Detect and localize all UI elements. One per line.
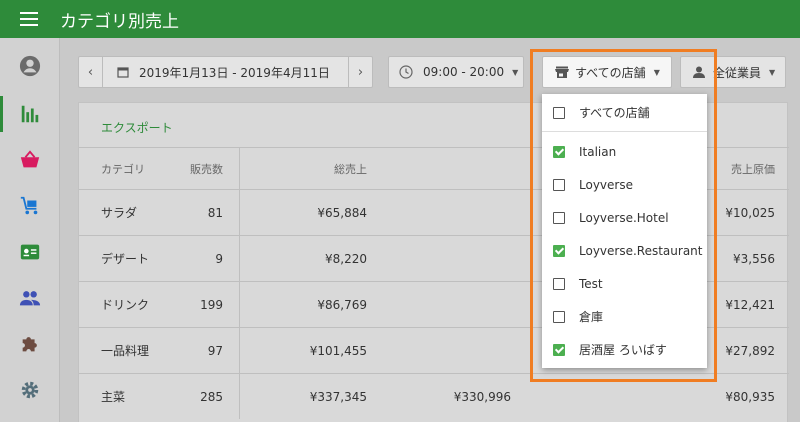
store-option[interactable]: 倉庫 (542, 300, 707, 333)
date-range-filter[interactable]: ‹ 2019年1月13日 - 2019年4月11日 › (78, 56, 373, 88)
store-option[interactable]: Loyverse (542, 168, 707, 201)
store-option-label: 倉庫 (579, 310, 604, 324)
row-gross-sales: ¥86,769 (317, 297, 367, 312)
checkbox[interactable] (553, 211, 565, 224)
checkbox[interactable] (553, 178, 565, 191)
store-option-label: 居酒屋 ろいばす (579, 343, 667, 357)
checkbox[interactable] (553, 277, 565, 290)
row-gross-sales: ¥65,884 (317, 205, 367, 220)
export-button[interactable]: エクスポート (101, 119, 173, 136)
row-cost: ¥80,935 (725, 389, 775, 404)
prev-period-button[interactable]: ‹ (79, 57, 103, 87)
store-option[interactable]: Loyverse.Restaurant (542, 234, 707, 267)
basket-icon (20, 150, 40, 168)
store-option[interactable]: Loyverse.Hotel (542, 201, 707, 234)
gear-icon (21, 381, 39, 399)
store-option-label: すべての店舗 (579, 106, 650, 120)
cart-icon (20, 196, 38, 215)
row-category: サラダ (101, 206, 138, 220)
divider (542, 131, 707, 132)
person-icon (693, 66, 705, 78)
row-cost: ¥12,421 (725, 297, 775, 312)
row-items-sold: 81 (207, 205, 223, 220)
store-option-label: Loyverse.Restaurant (579, 243, 703, 258)
chevron-down-icon: ▼ (769, 67, 776, 77)
row-items-sold: 9 (215, 251, 223, 266)
id-card-icon (20, 244, 40, 260)
row-cost: ¥10,025 (725, 205, 775, 220)
row-items-sold: 97 (207, 343, 223, 358)
chevron-down-icon: ▼ (512, 67, 519, 77)
bar-chart-icon (21, 105, 39, 123)
row-items-sold: 285 (200, 389, 223, 404)
checkbox[interactable] (553, 106, 565, 119)
column-header-items-sold[interactable]: 販売数 (190, 148, 223, 189)
date-range-label: 2019年1月13日 - 2019年4月11日 (139, 65, 330, 80)
store-dropdown-menu: すべての店舗 Italian Loyverse Loyverse.Hotel L… (542, 94, 707, 368)
store-option-label: Loyverse (579, 177, 633, 192)
checkbox-checked[interactable] (553, 244, 565, 257)
row-category: デザート (101, 252, 150, 266)
row-category: ドリンク (101, 298, 150, 312)
app-header: カテゴリ別売上 (0, 0, 800, 38)
checkbox-checked[interactable] (553, 145, 565, 158)
checkbox[interactable] (553, 310, 565, 323)
store-option-label: Loyverse.Hotel (579, 210, 669, 225)
row-net-sales: ¥330,996 (453, 389, 511, 404)
row-gross-sales: ¥337,345 (309, 389, 367, 404)
column-header-gross-sales[interactable]: 総売上 (334, 148, 367, 189)
chevron-down-icon: ▼ (653, 67, 660, 77)
staff-filter[interactable]: 全従業員 ▼ (680, 56, 786, 88)
row-category: 一品料理 (101, 344, 150, 358)
store-option-label: Test (579, 276, 603, 291)
sidebar (0, 38, 60, 422)
row-category: 主菜 (101, 390, 126, 404)
store-icon (555, 66, 569, 78)
store-option-label: Italian (579, 144, 617, 159)
column-header-cost[interactable]: 売上原価 (731, 148, 775, 189)
clock-icon (399, 65, 413, 79)
time-range-filter[interactable]: 09:00 - 20:00 ▼ (388, 56, 524, 88)
time-range-label: 09:00 - 20:00 (423, 65, 505, 79)
calendar-icon (117, 67, 129, 78)
people-icon (19, 291, 41, 306)
table-row: 主菜 285 ¥337,345 ¥330,996 ¥80,935 (79, 373, 789, 419)
store-filter-label: すべての店舗 (575, 65, 646, 80)
store-option[interactable]: Test (542, 267, 707, 300)
menu-icon[interactable] (20, 12, 38, 26)
row-gross-sales: ¥8,220 (325, 251, 367, 266)
store-option[interactable]: 居酒屋 ろいばす (542, 333, 707, 366)
row-cost: ¥3,556 (733, 251, 775, 266)
sidebar-item-items[interactable] (0, 184, 60, 228)
checkbox-checked[interactable] (553, 343, 565, 356)
staff-filter-label: 全従業員 (713, 65, 762, 80)
account-icon (19, 55, 41, 77)
row-cost: ¥27,892 (725, 343, 775, 358)
sidebar-item-account[interactable] (0, 44, 60, 88)
next-period-button[interactable]: › (348, 57, 372, 87)
page-title: カテゴリ別売上 (60, 11, 179, 32)
sidebar-item-settings[interactable] (0, 368, 60, 412)
sidebar-item-employees[interactable] (0, 230, 60, 274)
store-option[interactable]: Italian (542, 135, 707, 168)
row-gross-sales: ¥101,455 (309, 343, 367, 358)
sidebar-item-sales[interactable] (0, 138, 60, 182)
column-header-category[interactable]: カテゴリ (101, 148, 145, 189)
row-items-sold: 199 (200, 297, 223, 312)
store-filter[interactable]: すべての店舗 ▼ (542, 56, 672, 88)
store-option-all[interactable]: すべての店舗 (542, 96, 707, 129)
puzzle-icon (22, 337, 37, 352)
sidebar-item-integrations[interactable] (0, 322, 60, 366)
sidebar-item-customers[interactable] (0, 276, 60, 320)
sidebar-item-reports[interactable] (0, 92, 60, 136)
